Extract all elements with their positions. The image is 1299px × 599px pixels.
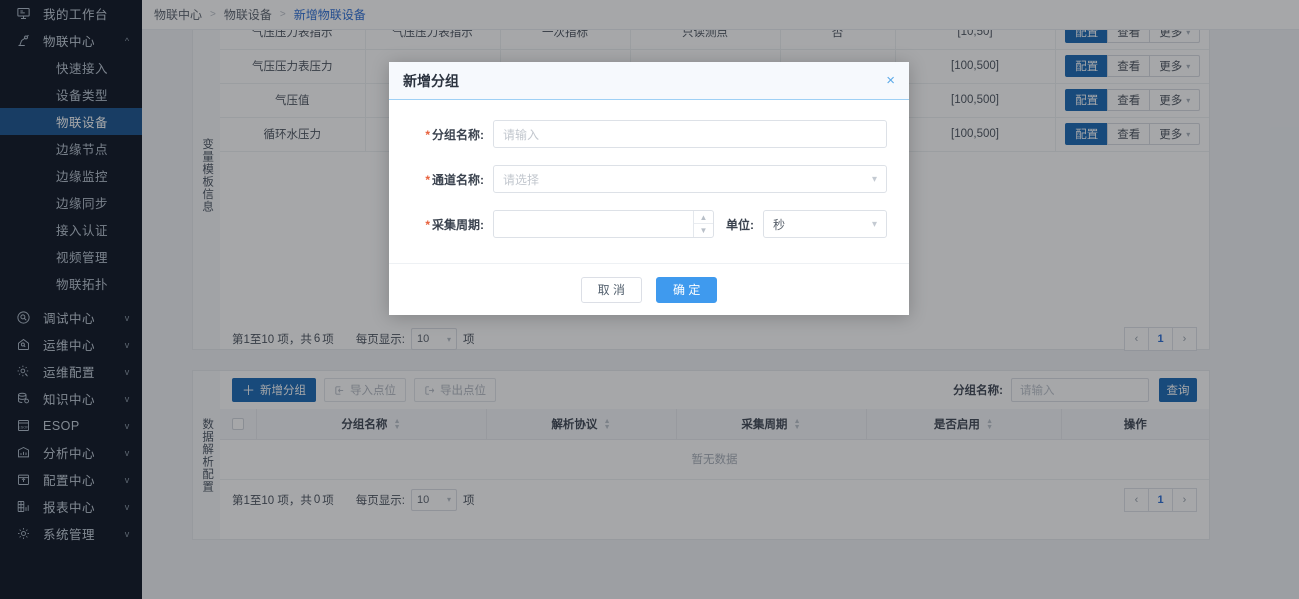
modal-body: * 分组名称: 请输入 * 通道名称: 请选择 ▾ * 采集周期: ▲ ▼ 单位… [389, 100, 909, 263]
form-row-collect-period: * 采集周期: ▲ ▼ 单位: 秒 ▾ [411, 210, 887, 238]
chevron-down-icon: ▾ [871, 218, 877, 230]
group-name-label: * 分组名称: [411, 126, 493, 143]
modal-footer: 取 消 确 定 [389, 263, 909, 315]
collect-period-input[interactable] [493, 210, 714, 238]
add-group-modal: 新增分组 × * 分组名称: 请输入 * 通道名称: 请选择 ▾ * 采集周期:… [389, 62, 909, 315]
cancel-button[interactable]: 取 消 [580, 276, 642, 303]
channel-name-label-text: 通道名称: [432, 172, 484, 187]
collect-period-field: ▲ ▼ [493, 210, 714, 238]
chevron-down-icon: ▾ [871, 173, 877, 185]
close-icon[interactable]: × [886, 73, 895, 88]
unit-label: 单位: [726, 217, 754, 232]
app-root: 我的工作台 物联中心 ^ 快速接入 设备类型 物联设备 边缘节点 边缘监控 边缘… [0, 0, 1299, 599]
collect-period-label: * 采集周期: [411, 216, 493, 233]
group-name-label-text: 分组名称: [432, 127, 484, 142]
channel-name-placeholder: 请选择 [503, 172, 540, 187]
unit-value: 秒 [773, 217, 786, 232]
unit-select[interactable]: 秒 ▾ [763, 210, 887, 238]
group-name-placeholder: 请输入 [503, 127, 540, 142]
required-marker: * [425, 217, 430, 232]
spinner-up-icon[interactable]: ▲ [694, 211, 713, 224]
channel-name-label: * 通道名称: [411, 171, 493, 188]
modal-title: 新增分组 [403, 72, 459, 89]
form-row-channel-name: * 通道名称: 请选择 ▾ [411, 165, 887, 193]
channel-name-select[interactable]: 请选择 ▾ [493, 165, 887, 193]
form-row-group-name: * 分组名称: 请输入 [411, 120, 887, 148]
confirm-button[interactable]: 确 定 [656, 276, 718, 303]
spinner-down-icon[interactable]: ▼ [694, 224, 713, 237]
required-marker: * [425, 172, 430, 187]
group-name-input[interactable]: 请输入 [493, 120, 887, 148]
required-marker: * [425, 127, 430, 142]
number-spinner[interactable]: ▲ ▼ [693, 211, 713, 237]
collect-period-label-text: 采集周期: [432, 217, 484, 232]
modal-header: 新增分组 × [389, 62, 909, 100]
